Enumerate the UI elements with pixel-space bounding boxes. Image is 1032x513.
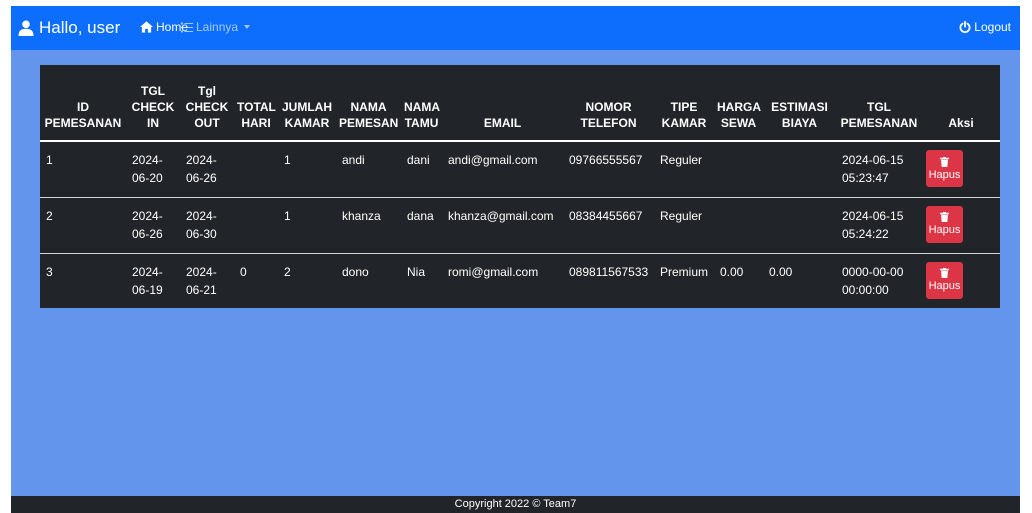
cell-tipe-kamar: Premium <box>660 264 709 279</box>
table-row: 1 2024- 06-20 2024- 06-26 1 andi dani andi… <box>40 141 1000 198</box>
cell-total-hari <box>234 197 278 254</box>
cell-email: andi@gmail.com <box>442 141 563 198</box>
header-nama-tamu: NAMA TAMU <box>401 65 442 142</box>
cell-aksi: Hapus <box>922 197 1000 254</box>
copyright-text: Copyright 2022 © Team7 <box>454 498 577 510</box>
cell-tgl-pemesanan: 0000-00-00 00:00:00 <box>842 264 904 297</box>
header-tipe-kamar: TIPE KAMAR <box>654 65 714 142</box>
cell-jumlah-kamar: 2 <box>284 264 291 279</box>
cell-aksi: Hapus <box>922 253 1000 310</box>
app-frame: Hallo, user Home Lainnya Logout ID PEMES… <box>11 6 1020 513</box>
booking-table-container: ID PEMESANAN TGL CHECK IN Tgl CHECK OUT TOTAL… <box>40 65 1000 308</box>
trash-icon <box>940 212 949 222</box>
cell-nama-pemesan: khanza <box>336 197 401 254</box>
cell-aksi: Hapus <box>922 141 1000 198</box>
cell-nama-tamu: Nia <box>407 264 426 279</box>
header-total-hari: TOTAL HARI <box>234 65 278 142</box>
trash-icon <box>940 268 949 278</box>
header-tgl-pemesanan: TGL PEMESANAN <box>836 65 922 142</box>
navbar: Hallo, user Home Lainnya Logout <box>11 6 1020 50</box>
header-harga-sewa: HARGA SEWA <box>714 65 763 142</box>
cell-id: 3 <box>46 264 53 279</box>
delete-button[interactable]: Hapus <box>926 150 963 187</box>
cell-harga-sewa <box>714 197 763 254</box>
cell-telefon: 089811567533 <box>569 264 649 279</box>
footer: Copyright 2022 © Team7 <box>11 496 1020 513</box>
table-body: 1 2024- 06-20 2024- 06-26 1 andi dani andi… <box>40 141 1000 310</box>
booking-table: ID PEMESANAN TGL CHECK IN Tgl CHECK OUT TOTAL… <box>40 65 1000 310</box>
cell-nama-pemesan: dono <box>342 264 369 279</box>
cell-check-out: 2024- 06-21 <box>186 264 217 297</box>
cell-tipe-kamar: Reguler <box>654 141 714 198</box>
delete-button[interactable]: Hapus <box>926 261 963 299</box>
cell-check-out: 2024- 06-26 <box>180 141 234 198</box>
cell-estimasi-biaya <box>763 141 836 198</box>
cell-estimasi-biaya: 0.00 <box>769 264 793 279</box>
cell-check-in: 2024- 06-20 <box>126 141 180 198</box>
cell-jumlah-kamar: 1 <box>278 141 336 198</box>
header-tgl-check-out: Tgl CHECK OUT <box>180 65 234 142</box>
brand-link[interactable]: Hallo, user <box>18 18 120 38</box>
cell-nama-tamu: dani <box>401 141 442 198</box>
cell-check-in: 2024- 06-19 <box>132 264 163 297</box>
cell-tgl-pemesanan: 2024-06-15 05:23:47 <box>836 141 922 198</box>
cell-tgl-pemesanan: 2024-06-15 05:24:22 <box>836 197 922 254</box>
cell-harga-sewa: 0.00 <box>720 264 744 279</box>
header-email: EMAIL <box>442 65 563 142</box>
list-icon <box>181 22 193 32</box>
delete-button-label: Hapus <box>928 168 961 181</box>
header-estimasi-biaya: ESTIMASI BIAYA <box>763 65 836 142</box>
cell-check-in: 2024- 06-26 <box>126 197 180 254</box>
table-row: 3 2024- 06-19 2024- 06-21 0 2 dono Nia rom… <box>40 253 1000 310</box>
nav-more-label: Lainnya <box>196 20 239 34</box>
header-jumlah-kamar: JUMLAH KAMAR <box>278 65 336 142</box>
cell-jumlah-kamar: 1 <box>278 197 336 254</box>
logout-link[interactable]: Logout <box>959 20 1011 34</box>
cell-nama-pemesan: andi <box>336 141 401 198</box>
cell-harga-sewa <box>714 141 763 198</box>
cell-tipe-kamar: Reguler <box>654 197 714 254</box>
nav-more-dropdown[interactable]: Lainnya <box>181 20 251 34</box>
trash-icon <box>940 156 949 167</box>
cell-id: 2 <box>40 197 126 254</box>
header-nomor-telefon: NOMOR TELEFON <box>563 65 654 142</box>
table-row: 2 2024- 06-26 2024- 06-30 1 khanza dana kh… <box>40 197 1000 254</box>
cell-email: khanza@gmail.com <box>442 197 563 254</box>
delete-button-label: Hapus <box>928 280 961 292</box>
delete-button[interactable]: Hapus <box>926 205 963 243</box>
header-nama-pemesan: NAMA PEMESAN <box>336 65 401 142</box>
header-row: ID PEMESANAN TGL CHECK IN Tgl CHECK OUT TOTAL… <box>40 65 1000 142</box>
table-header: ID PEMESANAN TGL CHECK IN Tgl CHECK OUT TOTAL… <box>40 65 1000 142</box>
delete-button-label: Hapus <box>928 224 961 236</box>
cell-telefon: 08384455667 <box>563 197 654 254</box>
cell-email: romi@gmail.com <box>448 264 539 279</box>
header-tgl-check-in: TGL CHECK IN <box>126 65 180 142</box>
cell-telefon: 09766555567 <box>563 141 654 198</box>
logout-label: Logout <box>974 20 1011 34</box>
power-icon <box>959 21 971 33</box>
cell-id: 1 <box>40 141 126 198</box>
cell-total-hari <box>234 141 278 198</box>
cell-estimasi-biaya <box>763 197 836 254</box>
header-id-pemesanan: ID PEMESANAN <box>40 65 126 142</box>
cell-check-out: 2024- 06-30 <box>180 197 234 254</box>
brand-text: Hallo, user <box>39 18 121 37</box>
user-icon <box>18 20 34 36</box>
caret-down-icon <box>244 25 251 29</box>
cell-total-hari: 0 <box>240 264 247 279</box>
header-aksi: Aksi <box>922 65 1000 142</box>
home-icon <box>140 21 153 33</box>
cell-nama-tamu: dana <box>401 197 442 254</box>
